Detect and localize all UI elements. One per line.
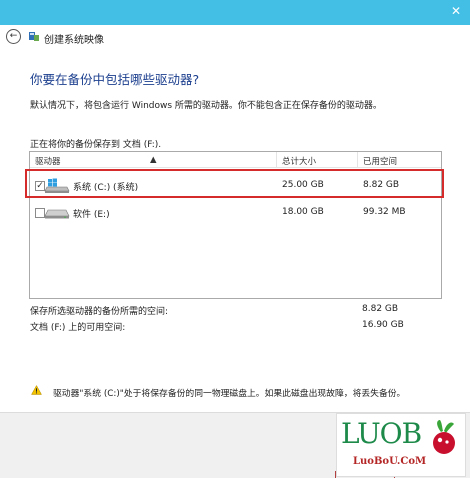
- radish-icon: [433, 420, 455, 454]
- drive-e-total: 18.00 GB: [282, 207, 324, 217]
- watermark-logo: LUOB LuoBoU.CoM: [336, 413, 466, 477]
- drive-e-name: 软件 (E:): [73, 210, 110, 220]
- hard-drive-icon: [44, 209, 70, 219]
- required-space-label: 保存所选驱动器的备份所需的空间:: [30, 307, 169, 317]
- window-titlebar: ✕: [0, 0, 470, 25]
- drive-e-used: 99.32 MB: [363, 207, 406, 217]
- window-title: 创建系统映像: [44, 35, 104, 46]
- nav-bar: ← 创建系统映像: [0, 25, 470, 49]
- drives-table-header: ▲ 驱动器 总计大小 已用空间: [30, 152, 441, 168]
- backup-destination-text: 正在将你的备份保存到 文档 (F:).: [30, 140, 162, 150]
- column-header-total-size[interactable]: 总计大小: [282, 155, 316, 167]
- warning-text: 驱动器"系统 (C:)"处于将保存备份的同一物理磁盘上。如果此磁盘出现故障，将丢…: [53, 389, 406, 399]
- back-arrow-icon[interactable]: ←: [6, 29, 21, 44]
- page-heading: 你要在备份中包括哪些驱动器?: [30, 72, 200, 87]
- column-header-drive[interactable]: 驱动器: [35, 155, 61, 167]
- sort-ascending-icon: ▲: [150, 155, 157, 165]
- column-header-used-space[interactable]: 已用空间: [363, 155, 397, 167]
- close-button[interactable]: ✕: [442, 0, 470, 22]
- available-space-label: 文档 (F:) 上的可用空间:: [30, 323, 126, 333]
- warning-icon: [31, 385, 42, 395]
- selected-drive-highlight: [25, 169, 444, 198]
- system-image-icon: [29, 32, 39, 41]
- required-space-value: 8.82 GB: [362, 304, 399, 314]
- page-description: 默认情况下，将包含运行 Windows 所需的驱动器。你不能包含正在保存备份的驱…: [30, 101, 382, 111]
- watermark-url: LuoBoU.CoM: [353, 456, 427, 467]
- table-row-drive-e[interactable]: 软件 (E:) 18.00 GB 99.32 MB: [30, 201, 441, 225]
- watermark-brand: LUOB: [341, 417, 422, 450]
- available-space-value: 16.90 GB: [362, 320, 404, 330]
